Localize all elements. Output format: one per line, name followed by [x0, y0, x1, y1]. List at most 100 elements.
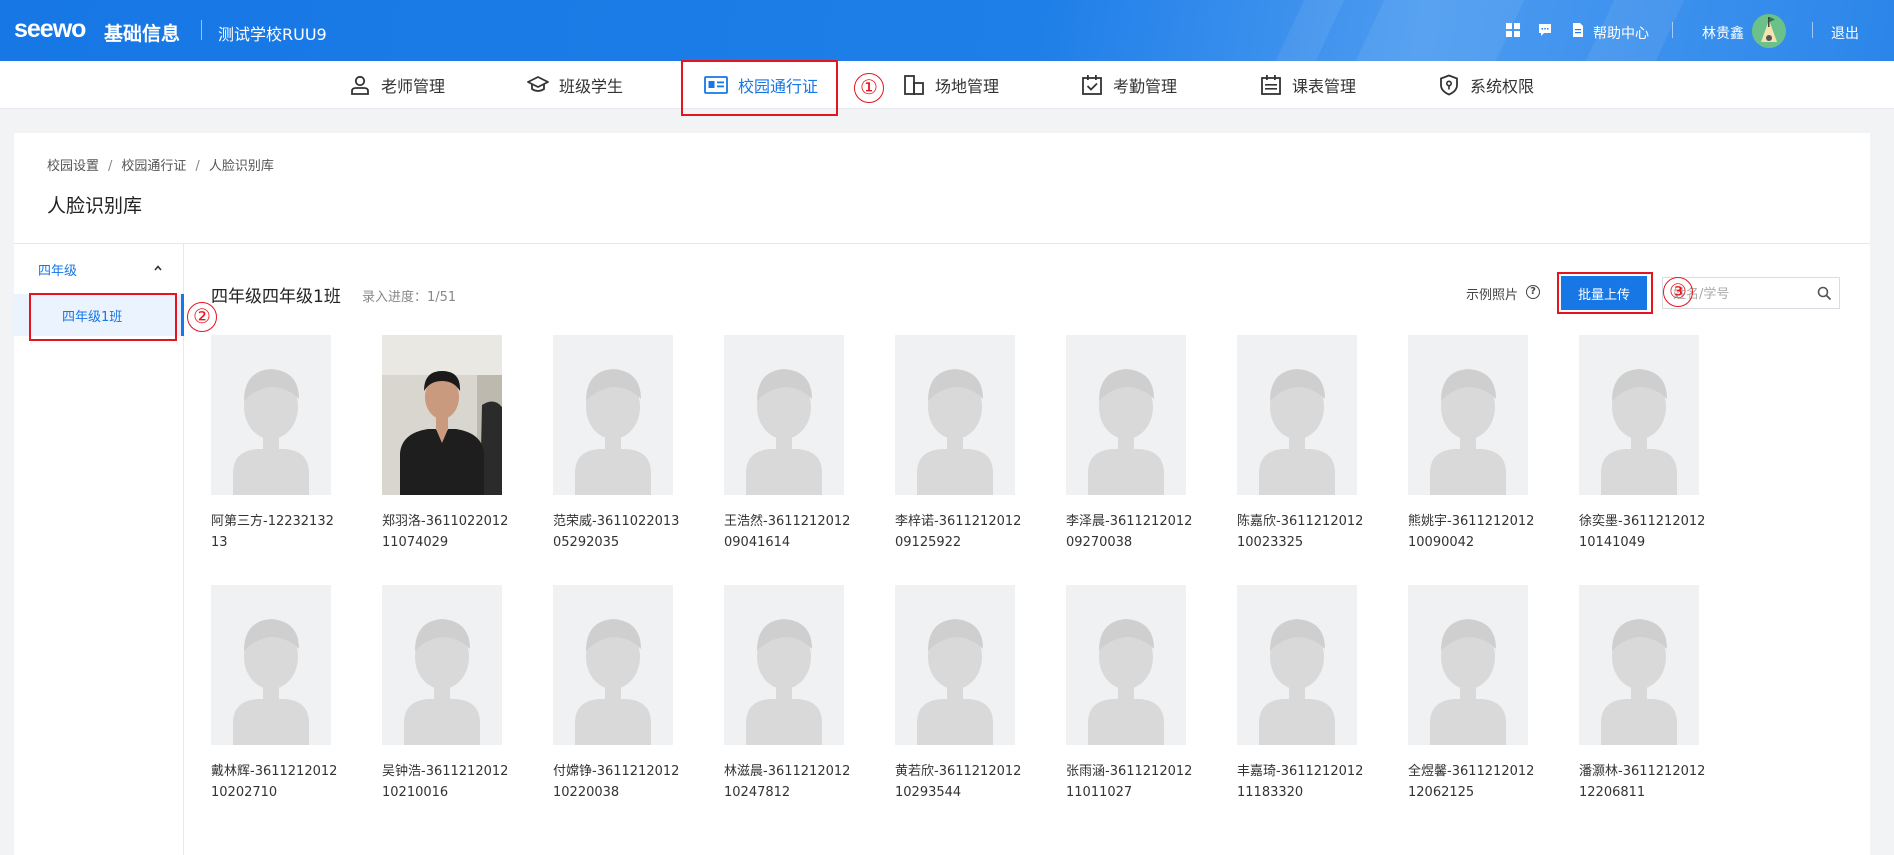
avatar-placeholder-icon — [553, 585, 673, 745]
photo-placeholder[interactable] — [1408, 335, 1528, 495]
annotation-box-2 — [29, 293, 177, 341]
student-card[interactable]: 吴钟浩-361121201210210016 — [382, 585, 514, 803]
apps-grid-icon[interactable] — [1506, 23, 1520, 37]
student-card[interactable]: 全煜馨-361121201212062125 — [1408, 585, 1540, 803]
nav-item-teacher-management[interactable]: 老师管理 — [349, 61, 445, 109]
photo-placeholder[interactable] — [1579, 335, 1699, 495]
photo-placeholder[interactable] — [211, 335, 331, 495]
chevron-up-icon[interactable] — [154, 264, 162, 272]
student-card[interactable]: 徐奕墨-361121201210141049 — [1579, 335, 1711, 553]
student-name-id: 黄若欣-361121201210293544 — [895, 764, 1022, 800]
student-card[interactable]: 丰嘉琦-361121201211183320 — [1237, 585, 1369, 803]
nav-item-venue-management[interactable]: 场地管理 — [903, 61, 999, 109]
main-nav: 老师管理 班级学生 校园通行证 场地管理 考勤管理 课表管理 系统权限 — [0, 61, 1894, 109]
photo-placeholder[interactable] — [895, 335, 1015, 495]
seewo-logo[interactable]: seewo — [14, 15, 86, 44]
photo-placeholder[interactable] — [553, 585, 673, 745]
shield-icon — [1440, 74, 1458, 96]
question-icon[interactable]: ? — [1526, 285, 1540, 299]
student-name-id: 陈嘉欣-361121201210023325 — [1237, 514, 1364, 550]
avatar[interactable] — [1752, 14, 1786, 48]
breadcrumb-separator: / — [108, 159, 113, 174]
photo-placeholder[interactable] — [724, 585, 844, 745]
nav-item-label: 老师管理 — [381, 77, 446, 96]
photo-placeholder[interactable] — [724, 335, 844, 495]
search-icon[interactable] — [1817, 286, 1832, 301]
photo-placeholder[interactable] — [1237, 585, 1357, 745]
student-card[interactable]: 郑羽洛-361102201211074029 — [382, 335, 514, 553]
avatar-placeholder-icon — [724, 585, 844, 745]
nav-item-class-students[interactable]: 班级学生 — [527, 61, 623, 109]
student-photo[interactable] — [382, 335, 502, 495]
student-name-id: 戴林辉-361121201210202710 — [211, 764, 338, 800]
search-input[interactable] — [1673, 284, 1813, 304]
student-card[interactable]: 潘灏林-361121201212206811 — [1579, 585, 1711, 803]
student-name-id: 阿第三方-1223213213 — [211, 514, 334, 550]
nav-item-label: 考勤管理 — [1113, 77, 1178, 96]
breadcrumb-item-campus-pass[interactable]: 校园通行证 — [121, 159, 186, 174]
student-card[interactable]: 熊姚宇-361121201210090042 — [1408, 335, 1540, 553]
nav-item-label: 场地管理 — [935, 77, 1000, 96]
logout-button[interactable]: 退出 — [1831, 23, 1859, 43]
sidebar-grade-four[interactable]: 四年级 — [38, 260, 77, 279]
student-card[interactable]: 戴林辉-361121201210202710 — [211, 585, 343, 803]
student-name-id: 郑羽洛-361102201211074029 — [382, 514, 509, 550]
message-icon[interactable] — [1538, 23, 1552, 37]
nav-item-system-permissions[interactable]: 系统权限 — [1438, 61, 1534, 109]
page-title: 人脸识别库 — [47, 195, 143, 217]
avatar-placeholder-icon — [1408, 585, 1528, 745]
photo-placeholder[interactable] — [895, 585, 1015, 745]
photo-placeholder[interactable] — [211, 585, 331, 745]
nav-item-timetable-management[interactable]: 课表管理 — [1260, 61, 1356, 109]
student-card[interactable]: 范荣威-361102201305292035 — [553, 335, 685, 553]
student-name-id: 吴钟浩-361121201210210016 — [382, 764, 509, 800]
avatar-image-icon — [1752, 14, 1786, 48]
avatar-placeholder-icon — [553, 335, 673, 495]
student-name-id: 付嫦铮-361121201210220038 — [553, 764, 680, 800]
avatar-placeholder-icon — [211, 335, 331, 495]
photo-placeholder[interactable] — [382, 585, 502, 745]
student-card[interactable]: 阿第三方-1223213213 — [211, 335, 343, 553]
student-card[interactable]: 李泽晨-361121201209270038 — [1066, 335, 1198, 553]
student-card[interactable]: 林滋晨-361121201210247812 — [724, 585, 856, 803]
header-divider — [1812, 22, 1813, 38]
school-name[interactable]: 测试学校RUU9 — [218, 21, 327, 45]
student-name-id: 丰嘉琦-361121201211183320 — [1237, 764, 1364, 800]
photo-placeholder[interactable] — [553, 335, 673, 495]
top-header: seewo 基础信息 测试学校RUU9 帮助中心 林贵鑫 退出 — [0, 0, 1894, 61]
sample-photo-link[interactable]: 示例照片 — [1466, 284, 1518, 303]
student-card[interactable]: 张雨涵-361121201211011027 — [1066, 585, 1198, 803]
student-card[interactable]: 王浩然-361121201209041614 — [724, 335, 856, 553]
document-icon[interactable] — [1571, 23, 1585, 37]
annotation-box-1 — [681, 60, 838, 116]
student-name-id: 潘灏林-361121201212206811 — [1579, 764, 1706, 800]
student-name-id: 王浩然-361121201209041614 — [724, 514, 851, 550]
avatar-placeholder-icon — [1066, 585, 1186, 745]
header-divider — [1672, 22, 1673, 38]
student-card[interactable]: 陈嘉欣-361121201210023325 — [1237, 335, 1369, 553]
student-card[interactable]: 付嫦铮-361121201210220038 — [553, 585, 685, 803]
student-name-id: 张雨涵-361121201211011027 — [1066, 764, 1193, 800]
student-card[interactable]: 黄若欣-361121201210293544 — [895, 585, 1027, 803]
student-name-id: 熊姚宇-361121201210090042 — [1408, 514, 1535, 550]
photo-placeholder[interactable] — [1066, 585, 1186, 745]
avatar-placeholder-icon — [1237, 335, 1357, 495]
student-name-id: 李梓诺-361121201209125922 — [895, 514, 1022, 550]
student-name-id: 范荣威-361102201305292035 — [553, 514, 680, 550]
nav-item-attendance-management[interactable]: 考勤管理 — [1081, 61, 1177, 109]
breadcrumb-item-campus-settings[interactable]: 校园设置 — [47, 159, 99, 174]
avatar-placeholder-icon — [895, 585, 1015, 745]
building-icon — [904, 75, 924, 95]
help-center-link[interactable]: 帮助中心 — [1593, 23, 1649, 43]
header-divider — [201, 20, 202, 40]
app-name: 基础信息 — [104, 23, 181, 45]
student-name-id: 李泽晨-361121201209270038 — [1066, 514, 1193, 550]
student-photo-icon — [382, 335, 502, 495]
photo-placeholder[interactable] — [1066, 335, 1186, 495]
student-card[interactable]: 李梓诺-361121201209125922 — [895, 335, 1027, 553]
breadcrumb-item-face-library: 人脸识别库 — [208, 159, 274, 174]
photo-placeholder[interactable] — [1237, 335, 1357, 495]
user-name[interactable]: 林贵鑫 — [1702, 23, 1744, 43]
photo-placeholder[interactable] — [1408, 585, 1528, 745]
photo-placeholder[interactable] — [1579, 585, 1699, 745]
